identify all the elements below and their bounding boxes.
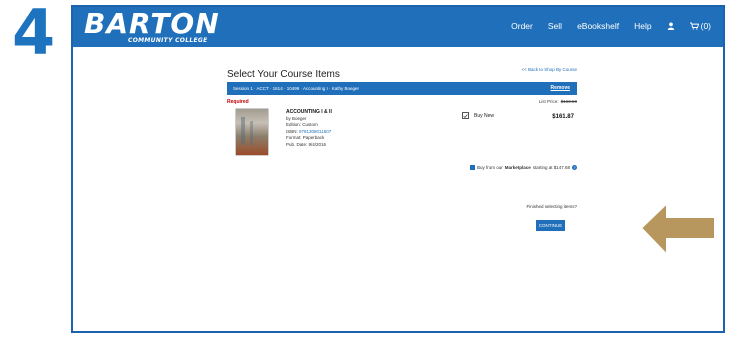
cart-count: (0) [700,21,711,31]
check-icon [463,113,468,118]
list-price: List Price: $163.50 [538,99,577,104]
nav-order[interactable]: Order [511,21,533,31]
buy-new-option[interactable]: Buy New [462,112,494,119]
book-details: ACCOUNTING I & II by Boeger Edition: Cus… [286,109,332,149]
required-label: Required [227,99,249,105]
user-icon[interactable] [667,22,675,30]
remove-link[interactable]: Remove [551,85,570,91]
marketplace-link[interactable]: Marketplace [505,165,531,170]
main-nav: Order Sell eBookshelf Help (0) [511,21,711,31]
logo-main-text: BARTON [84,7,220,40]
session-bar: Session 1 · ACCT · 1614 · 10499 · Accoun… [227,82,577,95]
book-pub-date: Pub. Date: 9/4/2016 [286,141,327,147]
info-icon[interactable]: ? [572,165,577,170]
session-label: Session 1 · ACCT · 1614 · 10499 · Accoun… [233,86,359,91]
back-to-shop-link[interactable]: << Back to Shop By Course [521,67,577,72]
buy-new-checkbox[interactable] [462,112,469,119]
marketplace-checkbox[interactable] [469,165,475,170]
list-price-value: $163.50 [560,99,577,104]
book-edition: Edition: Custom [286,122,318,128]
page-title: Select Your Course Items [227,69,340,80]
logo-sub-text: COMMUNITY COLLEGE [128,37,208,44]
finished-prompt: Finished selecting items? [526,204,577,209]
barton-logo[interactable]: BARTON COMMUNITY COLLEGE [84,7,220,45]
book-format: Format: Paperback [286,135,325,141]
book-cover-image[interactable] [236,109,268,155]
nav-sell[interactable]: Sell [548,21,562,31]
browser-frame: BARTON COMMUNITY COLLEGE Order Sell eBoo… [71,5,725,333]
isbn-value[interactable]: 9781308011507 [299,129,331,134]
cart-icon [689,22,699,30]
arrow-left-icon [639,201,716,257]
course-items-panel: Select Your Course Items << Back to Shop… [227,64,577,231]
continue-button[interactable]: CONTINUE [536,220,565,231]
item-price: $161.87 [552,114,574,120]
buy-new-label: Buy New [474,112,495,119]
top-navigation-bar: BARTON COMMUNITY COLLEGE Order Sell eBoo… [73,7,723,47]
marketplace-option[interactable]: Buy from our Marketplace starting at $14… [469,165,577,170]
nav-help[interactable]: Help [634,21,651,31]
book-isbn: ISBN: 9781308011507 [286,128,332,134]
nav-ebookshelf[interactable]: eBookshelf [577,21,619,31]
cart-button[interactable]: (0) [689,21,711,31]
book-author: by Boeger [286,115,307,121]
book-title[interactable]: ACCOUNTING I & II [286,109,332,116]
step-number: 4 [12,0,56,69]
